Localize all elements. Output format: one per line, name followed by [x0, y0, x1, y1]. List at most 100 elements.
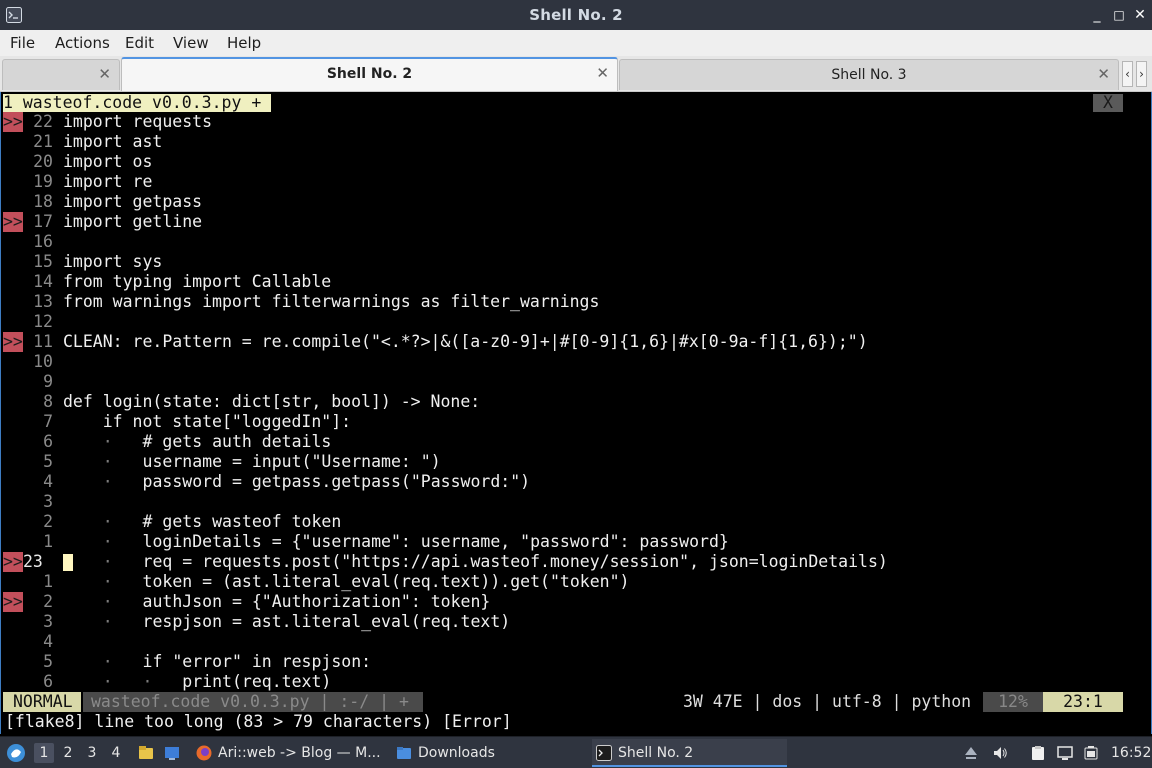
show-desktop-icon[interactable] [164, 745, 180, 761]
tab-scroll-right-icon[interactable]: › [1136, 61, 1147, 87]
buffer-close-button[interactable]: X [1093, 94, 1123, 112]
menu-view[interactable]: View [173, 34, 209, 52]
desktop-2[interactable]: 2 [58, 743, 78, 763]
maximize-button[interactable]: □ [1110, 5, 1128, 25]
firefox-icon [196, 745, 212, 761]
code-line[interactable]: 13 from warnings import filterwarnings as… [1, 292, 1131, 312]
code-text[interactable]: from typing import Callable [63, 272, 331, 292]
code-text[interactable]: CLEAN: re.Pattern = re.compile("<.*?>|&(… [63, 332, 868, 352]
code-text[interactable]: · # gets wasteof token [63, 512, 342, 532]
taskbar: 1 2 3 4 Ari::web -> Blog — M... Download… [0, 736, 1152, 768]
task-label: Shell No. 2 [618, 745, 694, 761]
code-line[interactable]: 16 [1, 232, 1131, 252]
code-text[interactable]: · authJson = {"Authorization": token} [63, 592, 491, 612]
code-text[interactable]: · password = getpass.getpass("Password:"… [63, 472, 530, 492]
desktop-1[interactable]: 1 [34, 743, 54, 763]
buffer-tab[interactable]: 1 wasteof.code v0.0.3.py + [3, 94, 272, 112]
code-line[interactable]: 10 [1, 352, 1131, 372]
code-line[interactable]: 3 [1, 492, 1131, 512]
line-number: 9 [43, 372, 53, 391]
code-text[interactable]: import sys [63, 252, 162, 272]
task-downloads[interactable]: Downloads [392, 739, 587, 767]
code-text[interactable]: · if "error" in respjson: [63, 652, 371, 672]
code-line[interactable]: 15 import sys [1, 252, 1131, 272]
tab-shell-2[interactable]: Shell No. 2 ✕ [121, 57, 618, 91]
file-manager-launcher-icon[interactable] [138, 745, 154, 761]
code-text[interactable]: · req = requests.post("https://api.waste… [63, 552, 888, 572]
code-line[interactable]: 19 import re [1, 172, 1131, 192]
tab-label: Shell No. 2 [326, 66, 413, 82]
code-line[interactable]: 6 · # gets auth details [1, 432, 1131, 452]
clock[interactable]: 16:52 [1111, 737, 1151, 768]
code-line[interactable]: 7 if not state["loggedIn"]: [1, 412, 1131, 432]
network-icon[interactable] [1057, 745, 1073, 761]
code-text[interactable]: · # gets auth details [63, 432, 332, 452]
line-number: 7 [43, 412, 53, 431]
terminal-view[interactable]: 1 wasteof.code v0.0.3.py + X >> 22 import … [0, 92, 1152, 734]
code-line[interactable]: 20 import os [1, 152, 1131, 172]
code-text[interactable]: · respjson = ast.literal_eval(req.text) [63, 612, 510, 632]
code-text[interactable]: · loginDetails = {"username": username, … [63, 532, 729, 552]
tab-shell-3[interactable]: Shell No. 3 ✕ [619, 59, 1119, 90]
code-line[interactable]: 3 · respjson = ast.literal_eval(req.text… [1, 612, 1131, 632]
tab-close-icon[interactable]: ✕ [1097, 65, 1110, 83]
menu-edit[interactable]: Edit [125, 34, 154, 52]
code-line[interactable]: 6 · · print(req.text) [1, 672, 1131, 692]
code-line[interactable]: 18 import getpass [1, 192, 1131, 212]
code-text[interactable]: import os [63, 152, 152, 172]
code-text[interactable]: import re [63, 172, 152, 192]
tab-close-icon[interactable]: ✕ [98, 65, 111, 83]
code-line[interactable]: 4 [1, 632, 1131, 652]
code-line[interactable]: 1 · token = (ast.literal_eval(req.text))… [1, 572, 1131, 592]
code-line[interactable]: >> 23 · req = requests.post("https://api.… [1, 552, 1131, 572]
code-text[interactable]: if not state["loggedIn"]: [63, 412, 351, 432]
code-line[interactable]: >> 2 · authJson = {"Authorization": token… [1, 592, 1131, 612]
start-menu-icon[interactable] [6, 743, 26, 763]
code-text[interactable]: def login(state: dict[str, bool]) -> Non… [63, 392, 480, 412]
code-line[interactable]: 1 · loginDetails = {"username": username… [1, 532, 1131, 552]
minimize-button[interactable]: _ [1088, 5, 1106, 25]
code-text[interactable]: import ast [63, 132, 162, 152]
code-line[interactable]: 4 · password = getpass.getpass("Password… [1, 472, 1131, 492]
upload-arrow-icon[interactable] [963, 745, 979, 761]
code-text[interactable]: · · print(req.text) [63, 672, 332, 692]
desktop-4[interactable]: 4 [106, 743, 126, 763]
line-number: 13 [33, 292, 53, 311]
code-text[interactable]: import getline [63, 212, 202, 232]
code-line[interactable]: >> 17 import getline [1, 212, 1131, 232]
lint-error-sign[interactable]: >> [3, 552, 23, 572]
volume-icon[interactable] [992, 745, 1008, 761]
line-number: 1 [43, 532, 53, 551]
code-line[interactable]: 9 [1, 372, 1131, 392]
code-line[interactable]: >> 22 import requests [1, 112, 1131, 132]
code-line[interactable]: 21 import ast [1, 132, 1131, 152]
line-number: 8 [43, 392, 53, 411]
code-line[interactable]: >> 11 CLEAN: re.Pattern = re.compile("<.*?… [1, 332, 1131, 352]
code-line[interactable]: 5 · if "error" in respjson: [1, 652, 1131, 672]
line-number: 4 [43, 472, 53, 491]
tab-scroll-left-icon[interactable]: ‹ [1122, 61, 1133, 87]
line-number: 10 [33, 352, 53, 371]
tab-shell-1[interactable]: ✕ [2, 59, 120, 90]
menu-actions[interactable]: Actions [55, 34, 110, 52]
code-text[interactable]: import getpass [63, 192, 202, 212]
line-number: 6 [43, 432, 53, 451]
close-button[interactable]: ✕ [1131, 5, 1149, 25]
task-shell[interactable]: Shell No. 2 [592, 739, 787, 767]
code-text[interactable]: from warnings import filterwarnings as f… [63, 292, 599, 312]
menu-help[interactable]: Help [227, 34, 261, 52]
task-firefox[interactable]: Ari::web -> Blog — M... [192, 739, 387, 767]
code-line[interactable]: 8 def login(state: dict[str, bool]) -> No… [1, 392, 1131, 412]
code-text[interactable]: · token = (ast.literal_eval(req.text)).g… [63, 572, 630, 592]
code-line[interactable]: 12 [1, 312, 1131, 332]
code-line[interactable]: 5 · username = input("Username: ") [1, 452, 1131, 472]
clipboard-icon[interactable] [1030, 745, 1046, 761]
tab-close-icon[interactable]: ✕ [596, 64, 609, 82]
code-text[interactable]: · username = input("Username: ") [63, 452, 441, 472]
code-line[interactable]: 14 from typing import Callable [1, 272, 1131, 292]
code-line[interactable]: 2 · # gets wasteof token [1, 512, 1131, 532]
desktop-3[interactable]: 3 [82, 743, 102, 763]
menu-file[interactable]: File [10, 34, 35, 52]
battery-icon[interactable] [1083, 745, 1099, 761]
code-text[interactable]: import requests [63, 112, 212, 132]
